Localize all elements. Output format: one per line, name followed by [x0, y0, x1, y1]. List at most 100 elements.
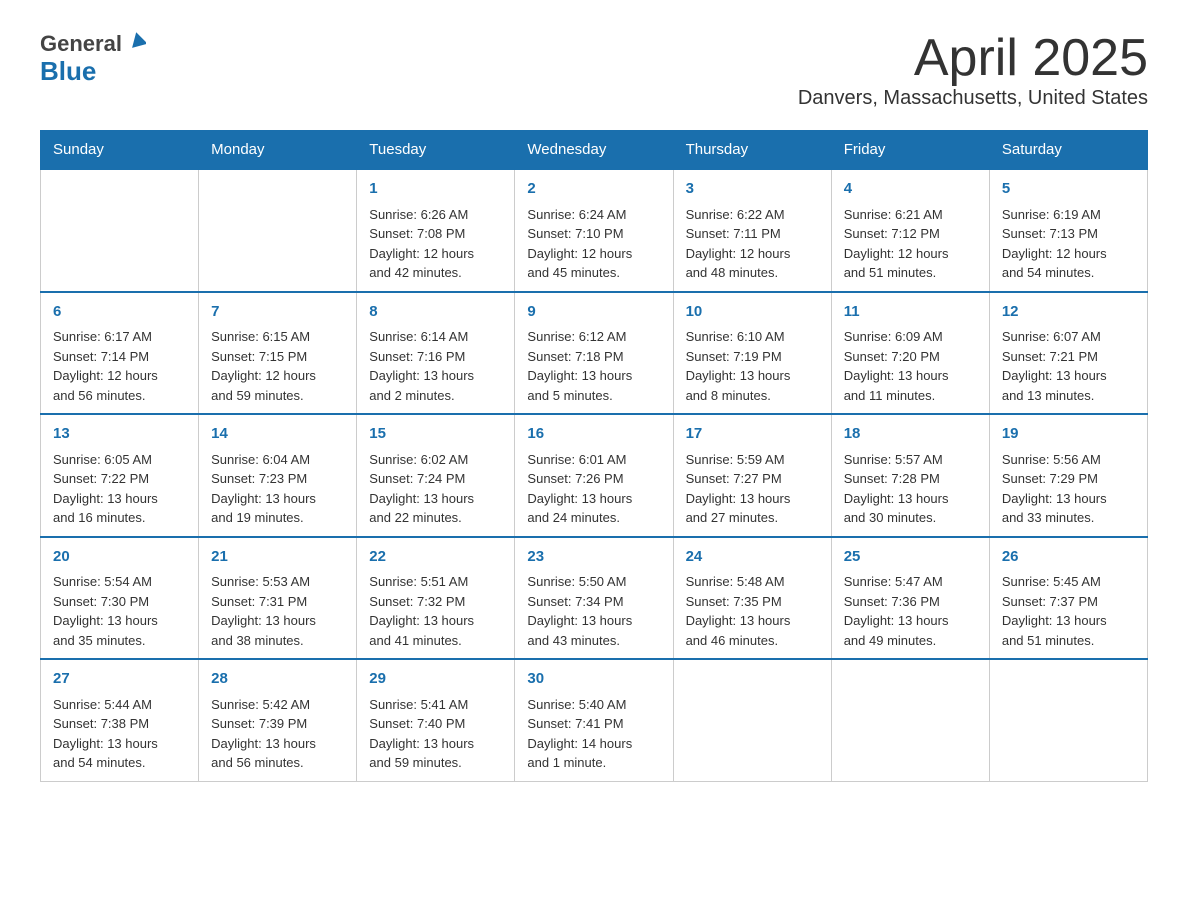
calendar-body: 1Sunrise: 6:26 AM Sunset: 7:08 PM Daylig… — [41, 169, 1148, 781]
calendar-header: SundayMondayTuesdayWednesdayThursdayFrid… — [41, 131, 1148, 170]
day-info: Sunrise: 5:50 AM Sunset: 7:34 PM Dayligh… — [527, 572, 660, 650]
day-info: Sunrise: 6:04 AM Sunset: 7:23 PM Dayligh… — [211, 450, 344, 528]
calendar-week-5: 27 Sunrise: 5:44 AM Sunset: 7:38 PM Dayli… — [41, 659, 1148, 781]
calendar-title: April 2025 — [798, 30, 1148, 87]
day-number: 29 — [369, 668, 502, 691]
day-info: Sunrise: 6:17 AM Sunset: 7:14 PM Dayligh… — [53, 327, 186, 405]
calendar-cell: 28Sunrise: 5:42 AM Sunset: 7:39 PM Dayli… — [199, 659, 357, 781]
calendar-cell: 2Sunrise: 6:24 AM Sunset: 7:10 PM Daylig… — [515, 169, 673, 292]
calendar-cell: 7 Sunrise: 6:15 AM Sunset: 7:15 PM Daylig… — [199, 292, 357, 415]
calendar-cell: 23Sunrise: 5:50 AM Sunset: 7:34 PM Dayli… — [515, 537, 673, 660]
calendar-cell: 15 Sunrise: 6:02 AM Sunset: 7:24 PM Dayli… — [357, 414, 515, 537]
day-number: 28 — [211, 668, 344, 691]
calendar-cell: 16 Sunrise: 6:01 AM Sunset: 7:26 PM Dayli… — [515, 414, 673, 537]
logo-triangle-icon — [124, 28, 146, 55]
calendar-cell: 12Sunrise: 6:07 AM Sunset: 7:21 PM Dayli… — [989, 292, 1147, 415]
day-number: 8 — [369, 301, 502, 324]
calendar-cell — [673, 659, 831, 781]
calendar-cell: 10 Sunrise: 6:10 AM Sunset: 7:19 PM Dayli… — [673, 292, 831, 415]
day-header-tuesday: Tuesday — [357, 131, 515, 170]
day-number: 20 — [53, 546, 186, 569]
day-number: 22 — [369, 546, 502, 569]
day-number: 14 — [211, 423, 344, 446]
calendar-week-1: 1Sunrise: 6:26 AM Sunset: 7:08 PM Daylig… — [41, 169, 1148, 292]
calendar-cell: 26 Sunrise: 5:45 AM Sunset: 7:37 PM Dayli… — [989, 537, 1147, 660]
day-header-friday: Friday — [831, 131, 989, 170]
calendar-cell: 4 Sunrise: 6:21 AM Sunset: 7:12 PM Daylig… — [831, 169, 989, 292]
title-block: April 2025 Danvers, Massachusetts, Unite… — [798, 30, 1148, 110]
day-number: 13 — [53, 423, 186, 446]
day-header-wednesday: Wednesday — [515, 131, 673, 170]
calendar-cell: 17 Sunrise: 5:59 AM Sunset: 7:27 PM Dayli… — [673, 414, 831, 537]
day-number: 12 — [1002, 301, 1135, 324]
page-header: General Blue April 2025 Danvers, Massach… — [40, 30, 1148, 110]
calendar-cell: 8 Sunrise: 6:14 AM Sunset: 7:16 PM Daylig… — [357, 292, 515, 415]
calendar-cell — [831, 659, 989, 781]
calendar-cell: 5 Sunrise: 6:19 AM Sunset: 7:13 PM Daylig… — [989, 169, 1147, 292]
calendar-week-4: 20 Sunrise: 5:54 AM Sunset: 7:30 PM Dayli… — [41, 537, 1148, 660]
calendar-cell — [41, 169, 199, 292]
calendar-cell: 20 Sunrise: 5:54 AM Sunset: 7:30 PM Dayli… — [41, 537, 199, 660]
calendar-cell: 1Sunrise: 6:26 AM Sunset: 7:08 PM Daylig… — [357, 169, 515, 292]
day-number: 17 — [686, 423, 819, 446]
day-headers-row: SundayMondayTuesdayWednesdayThursdayFrid… — [41, 131, 1148, 170]
calendar-cell: 9Sunrise: 6:12 AM Sunset: 7:18 PM Daylig… — [515, 292, 673, 415]
day-info: Sunrise: 6:01 AM Sunset: 7:26 PM Dayligh… — [527, 450, 660, 528]
day-number: 10 — [686, 301, 819, 324]
day-number: 18 — [844, 423, 977, 446]
day-number: 26 — [1002, 546, 1135, 569]
day-info: Sunrise: 6:19 AM Sunset: 7:13 PM Dayligh… — [1002, 205, 1135, 283]
day-number: 15 — [369, 423, 502, 446]
day-info: Sunrise: 5:51 AM Sunset: 7:32 PM Dayligh… — [369, 572, 502, 650]
day-info: Sunrise: 6:09 AM Sunset: 7:20 PM Dayligh… — [844, 327, 977, 405]
calendar-cell: 27 Sunrise: 5:44 AM Sunset: 7:38 PM Dayli… — [41, 659, 199, 781]
day-number: 16 — [527, 423, 660, 446]
day-info: Sunrise: 6:02 AM Sunset: 7:24 PM Dayligh… — [369, 450, 502, 528]
day-number: 27 — [53, 668, 186, 691]
day-info: Sunrise: 5:57 AM Sunset: 7:28 PM Dayligh… — [844, 450, 977, 528]
logo-blue-text: Blue — [40, 56, 96, 86]
day-header-monday: Monday — [199, 131, 357, 170]
calendar-cell — [989, 659, 1147, 781]
day-number: 9 — [527, 301, 660, 324]
calendar-cell: 13 Sunrise: 6:05 AM Sunset: 7:22 PM Dayli… — [41, 414, 199, 537]
day-header-saturday: Saturday — [989, 131, 1147, 170]
day-header-sunday: Sunday — [41, 131, 199, 170]
day-info: Sunrise: 5:41 AM Sunset: 7:40 PM Dayligh… — [369, 695, 502, 773]
day-number: 3 — [686, 178, 819, 201]
day-info: Sunrise: 5:44 AM Sunset: 7:38 PM Dayligh… — [53, 695, 186, 773]
day-info: Sunrise: 6:15 AM Sunset: 7:15 PM Dayligh… — [211, 327, 344, 405]
day-number: 25 — [844, 546, 977, 569]
day-info: Sunrise: 6:14 AM Sunset: 7:16 PM Dayligh… — [369, 327, 502, 405]
day-info: Sunrise: 6:21 AM Sunset: 7:12 PM Dayligh… — [844, 205, 977, 283]
day-info: Sunrise: 6:05 AM Sunset: 7:22 PM Dayligh… — [53, 450, 186, 528]
day-number: 4 — [844, 178, 977, 201]
day-header-thursday: Thursday — [673, 131, 831, 170]
day-info: Sunrise: 5:45 AM Sunset: 7:37 PM Dayligh… — [1002, 572, 1135, 650]
day-info: Sunrise: 5:59 AM Sunset: 7:27 PM Dayligh… — [686, 450, 819, 528]
logo-general-text: General — [40, 32, 122, 56]
day-info: Sunrise: 5:53 AM Sunset: 7:31 PM Dayligh… — [211, 572, 344, 650]
calendar-cell: 30Sunrise: 5:40 AM Sunset: 7:41 PM Dayli… — [515, 659, 673, 781]
calendar-table: SundayMondayTuesdayWednesdayThursdayFrid… — [40, 130, 1148, 782]
calendar-cell: 22 Sunrise: 5:51 AM Sunset: 7:32 PM Dayli… — [357, 537, 515, 660]
calendar-subtitle: Danvers, Massachusetts, United States — [798, 87, 1148, 110]
day-number: 21 — [211, 546, 344, 569]
day-info: Sunrise: 5:56 AM Sunset: 7:29 PM Dayligh… — [1002, 450, 1135, 528]
day-number: 11 — [844, 301, 977, 324]
day-info: Sunrise: 5:47 AM Sunset: 7:36 PM Dayligh… — [844, 572, 977, 650]
day-info: Sunrise: 6:26 AM Sunset: 7:08 PM Dayligh… — [369, 205, 502, 283]
calendar-cell: 21 Sunrise: 5:53 AM Sunset: 7:31 PM Dayli… — [199, 537, 357, 660]
calendar-cell: 25 Sunrise: 5:47 AM Sunset: 7:36 PM Dayli… — [831, 537, 989, 660]
day-number: 5 — [1002, 178, 1135, 201]
calendar-week-2: 6 Sunrise: 6:17 AM Sunset: 7:14 PM Daylig… — [41, 292, 1148, 415]
calendar-cell: 3Sunrise: 6:22 AM Sunset: 7:11 PM Daylig… — [673, 169, 831, 292]
calendar-cell: 29 Sunrise: 5:41 AM Sunset: 7:40 PM Dayli… — [357, 659, 515, 781]
day-number: 30 — [527, 668, 660, 691]
calendar-cell: 6 Sunrise: 6:17 AM Sunset: 7:14 PM Daylig… — [41, 292, 199, 415]
day-info: Sunrise: 5:54 AM Sunset: 7:30 PM Dayligh… — [53, 572, 186, 650]
day-number: 7 — [211, 301, 344, 324]
day-number: 6 — [53, 301, 186, 324]
day-info: Sunrise: 6:10 AM Sunset: 7:19 PM Dayligh… — [686, 327, 819, 405]
calendar-cell: 19Sunrise: 5:56 AM Sunset: 7:29 PM Dayli… — [989, 414, 1147, 537]
